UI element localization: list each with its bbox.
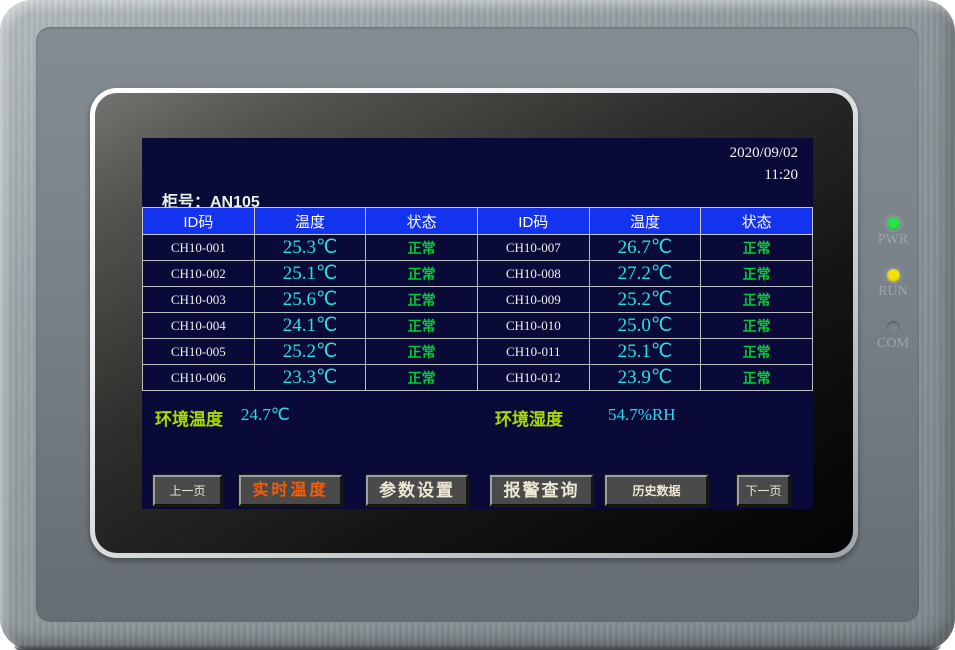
nav-button-prev-page[interactable]: 上一页 [153,475,222,506]
cell-status: 正常 [366,365,478,391]
column-header-temp: 温度 [254,208,366,235]
cell-status: 正常 [366,339,478,365]
screen-bezel-frame: 2020/09/02 11:20 柜号：AN105 ID码温度状态ID码温度状态… [90,88,858,558]
nav-button-row: 上一页实时温度参数设置报警查询历史数据下一页 [142,475,813,506]
pwr-led-label: PWR [864,232,922,248]
ambient-readings-row: 环境温度 24.7℃ 环境湿度 54.7%RH [142,405,813,429]
com-led-icon [887,321,900,334]
nav-button-realtime-temp[interactable]: 实时温度 [239,475,342,506]
cell-temp: 23.3℃ [254,365,366,391]
table-row: CH10-00424.1℃正常CH10-01025.0℃正常 [143,313,813,339]
cell-status: 正常 [701,313,813,339]
hmi-panel-device: 2020/09/02 11:20 柜号：AN105 ID码温度状态ID码温度状态… [0,0,955,650]
cell-temp: 25.0℃ [589,313,701,339]
nav-button-next-page[interactable]: 下一页 [737,475,790,506]
table-row: CH10-00225.1℃正常CH10-00827.2℃正常 [143,261,813,287]
cell-temp: 26.7℃ [589,235,701,261]
cell-temp: 25.1℃ [589,339,701,365]
cell-status: 正常 [366,261,478,287]
cell-id: CH10-003 [143,287,255,313]
led-group-com: COM [864,321,922,352]
table-row: CH10-00125.3℃正常CH10-00726.7℃正常 [143,235,813,261]
table-row: CH10-00623.3℃正常CH10-01223.9℃正常 [143,365,813,391]
cell-id: CH10-009 [477,287,589,313]
cell-id: CH10-012 [477,365,589,391]
screen-bezel: 2020/09/02 11:20 柜号：AN105 ID码温度状态ID码温度状态… [95,93,853,553]
column-header-id: ID码 [477,208,589,235]
ambient-humidity-value: 54.7%RH [608,405,676,425]
led-group-pwr: PWR [864,217,922,248]
cell-id: CH10-008 [477,261,589,287]
cell-status: 正常 [701,235,813,261]
cell-status: 正常 [366,313,478,339]
lcd-touchscreen[interactable]: 2020/09/02 11:20 柜号：AN105 ID码温度状态ID码温度状态… [142,138,813,509]
nav-button-alarm-query[interactable]: 报警查询 [490,475,593,506]
datetime-display: 2020/09/02 11:20 [730,142,798,186]
cell-temp: 24.1℃ [254,313,366,339]
ambient-temp-label: 环境温度 [155,405,223,430]
nav-button-history-data[interactable]: 历史数据 [605,475,708,506]
ambient-temp-value: 24.7℃ [241,405,290,425]
date-text: 2020/09/02 [730,142,798,164]
cell-temp: 25.1℃ [254,261,366,287]
run-led-icon [887,269,900,282]
cell-status: 正常 [701,287,813,313]
table-row: CH10-00525.2℃正常CH10-01125.1℃正常 [143,339,813,365]
cell-temp: 27.2℃ [589,261,701,287]
table-row: CH10-00325.6℃正常CH10-00925.2℃正常 [143,287,813,313]
cell-id: CH10-006 [143,365,255,391]
cell-status: 正常 [701,339,813,365]
com-led-label: COM [864,336,922,352]
column-header-id: ID码 [143,208,255,235]
cell-status: 正常 [701,261,813,287]
cell-id: CH10-004 [143,313,255,339]
time-text: 11:20 [730,164,798,186]
led-group-run: RUN [864,269,922,300]
cell-id: CH10-011 [477,339,589,365]
column-header-temp: 温度 [589,208,701,235]
cell-temp: 25.3℃ [254,235,366,261]
cell-temp: 25.6℃ [254,287,366,313]
cell-id: CH10-010 [477,313,589,339]
column-header-status: 状态 [366,208,478,235]
pwr-led-icon [887,217,900,230]
cell-temp: 25.2℃ [254,339,366,365]
cell-temp: 23.9℃ [589,365,701,391]
ambient-humidity-label: 环境湿度 [495,405,563,430]
nav-button-param-settings[interactable]: 参数设置 [366,475,468,506]
cell-temp: 25.2℃ [589,287,701,313]
cell-status: 正常 [366,235,478,261]
cell-id: CH10-002 [143,261,255,287]
channel-temperature-table: ID码温度状态ID码温度状态CH10-00125.3℃正常CH10-00726.… [142,207,813,391]
cell-status: 正常 [701,365,813,391]
cell-id: CH10-005 [143,339,255,365]
cell-id: CH10-007 [477,235,589,261]
cell-status: 正常 [366,287,478,313]
run-led-label: RUN [864,284,922,300]
cell-id: CH10-001 [143,235,255,261]
column-header-status: 状态 [701,208,813,235]
status-led-strip: PWR RUN COM [864,217,922,373]
